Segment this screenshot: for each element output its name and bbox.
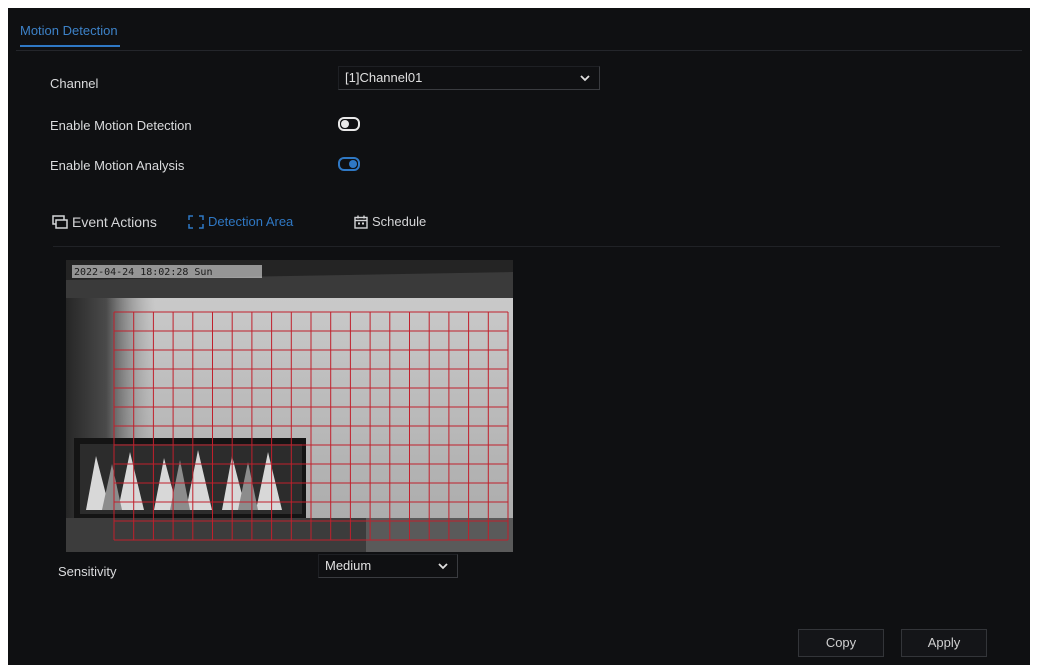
- tab-bar: Motion Detection: [20, 22, 120, 50]
- detection-grid: [113, 311, 509, 541]
- channel-select[interactable]: [1]Channel01: [338, 66, 600, 90]
- chevron-down-icon: [580, 75, 590, 82]
- tab-divider: [16, 50, 1022, 51]
- camera-snapshot: 2022-04-24 18:02:28 Sun: [66, 260, 513, 552]
- tab-schedule[interactable]: Schedule: [354, 214, 426, 229]
- tab-motion-detection[interactable]: Motion Detection: [20, 23, 120, 47]
- toggle-knob: [341, 120, 349, 128]
- sensitivity-value: Medium: [325, 558, 372, 573]
- video-timestamp: 2022-04-24 18:02:28 Sun: [74, 267, 212, 278]
- event-actions-icon: [52, 215, 68, 229]
- tab-detection-area-label: Detection Area: [208, 214, 294, 229]
- tab-event-actions[interactable]: Event Actions: [52, 214, 157, 230]
- enable-motion-detection-toggle[interactable]: [338, 117, 360, 131]
- enable-motion-detection-label: Enable Motion Detection: [50, 118, 192, 133]
- copy-button[interactable]: Copy: [798, 629, 884, 657]
- toggle-knob: [349, 160, 357, 168]
- sensitivity-label: Sensitivity: [58, 564, 117, 579]
- sensitivity-select[interactable]: Medium: [318, 554, 458, 578]
- enable-motion-analysis-label: Enable Motion Analysis: [50, 158, 185, 173]
- subtab-divider: [53, 246, 1000, 247]
- channel-value: [1]Channel01: [345, 70, 423, 85]
- enable-motion-analysis-toggle[interactable]: [338, 157, 360, 171]
- motion-detection-panel: Motion Detection Channel [1]Channel01 En…: [8, 8, 1030, 665]
- tab-event-actions-label: Event Actions: [72, 214, 157, 230]
- chevron-down-icon: [438, 563, 448, 570]
- apply-button[interactable]: Apply: [901, 629, 987, 657]
- channel-label: Channel: [50, 76, 99, 91]
- tab-schedule-label: Schedule: [372, 214, 427, 229]
- tab-detection-area[interactable]: Detection Area: [188, 214, 293, 229]
- detection-area-preview[interactable]: 2022-04-24 18:02:28 Sun: [66, 260, 513, 552]
- detection-area-icon: [188, 214, 204, 229]
- calendar-icon: [354, 215, 368, 229]
